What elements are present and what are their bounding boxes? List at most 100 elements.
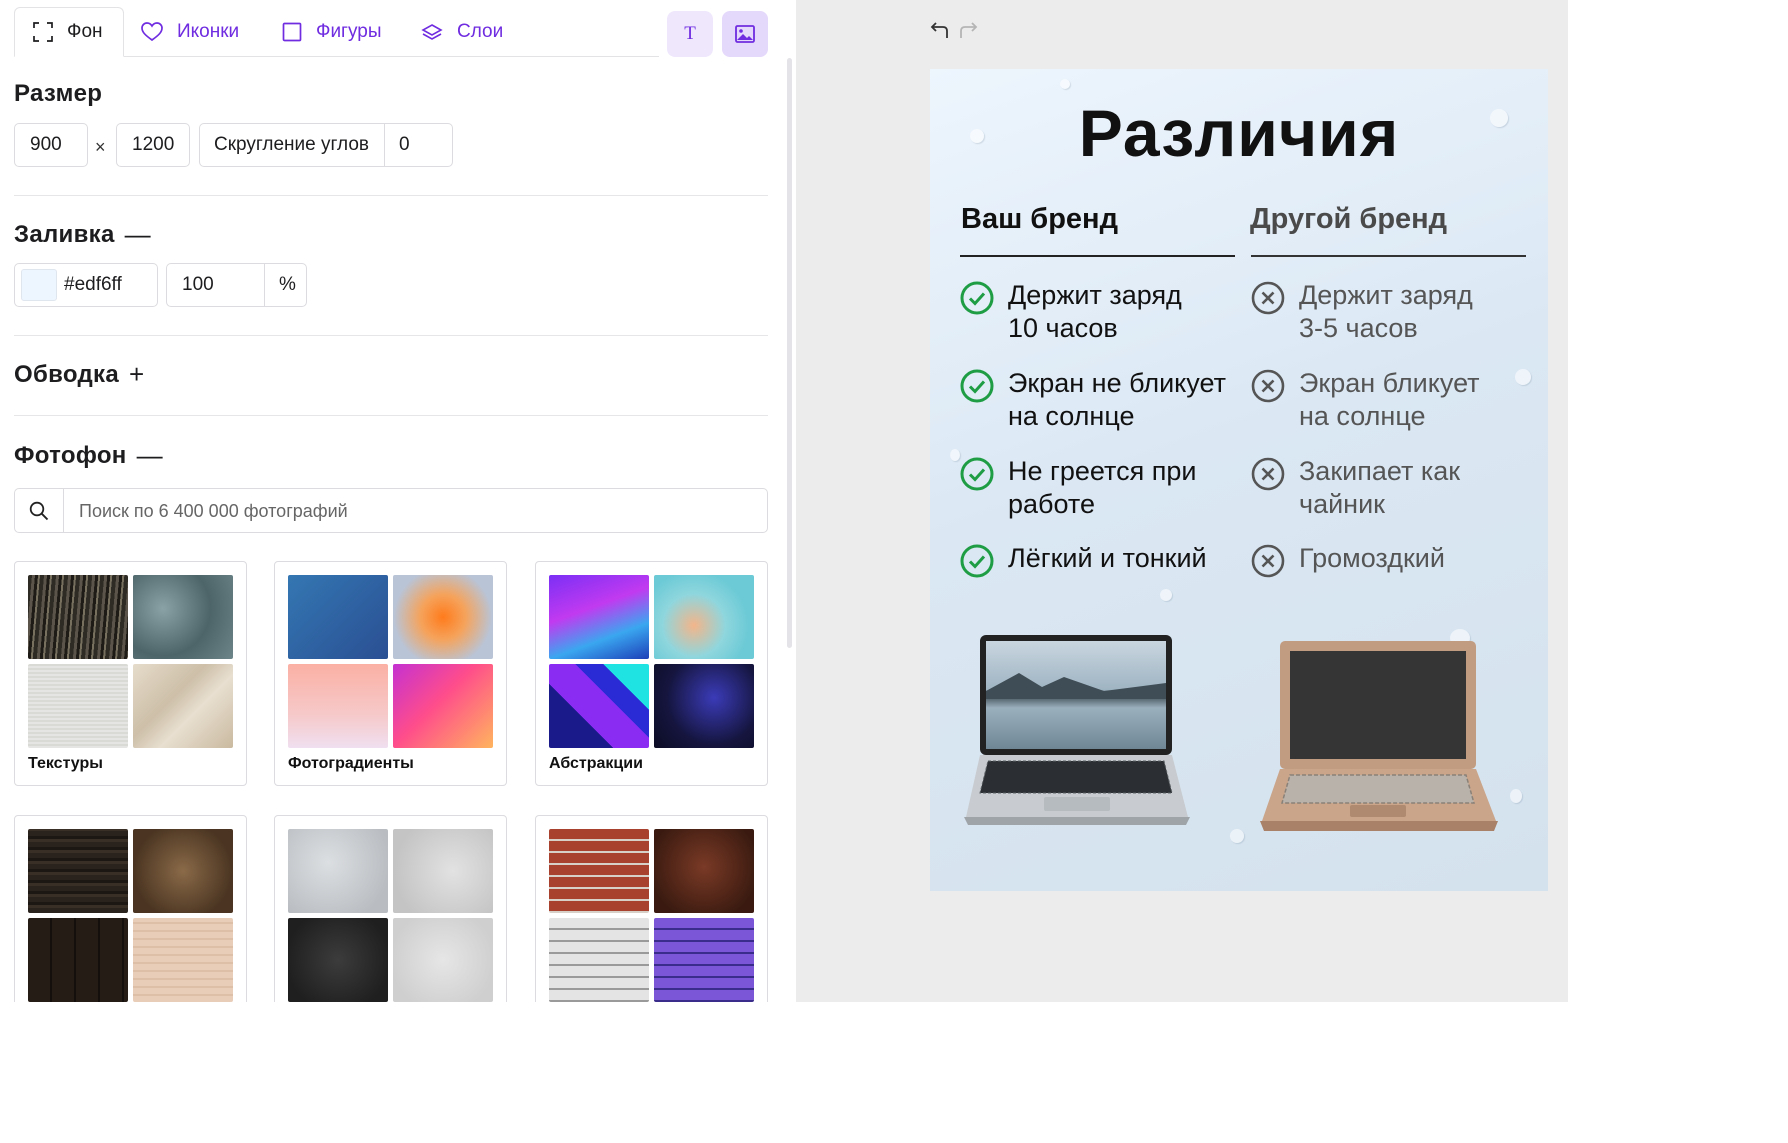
category-label: Абстракции <box>549 755 643 772</box>
tab-layers[interactable]: Слои <box>421 7 503 57</box>
water-drop <box>1515 369 1531 385</box>
laptop-modern-image <box>964 635 1190 825</box>
thumbnail <box>654 575 754 659</box>
right-item: Держит заряд 3-5 часов <box>1251 279 1473 345</box>
search-button[interactable] <box>15 489 64 532</box>
water-drop <box>1060 79 1070 89</box>
width-input[interactable]: 900 <box>14 123 88 167</box>
category-card-gradients[interactable]: Фотоградиенты <box>274 561 507 786</box>
opacity-value: 100 <box>182 274 214 295</box>
collapse-photobg-button[interactable]: — <box>137 440 163 471</box>
left-item: Не греется при работе <box>960 455 1196 521</box>
photobg-section-title: Фотофон — <box>14 440 163 471</box>
water-drop <box>950 449 960 461</box>
text-icon: T <box>684 23 696 44</box>
properties-panel: Фон Иконки Фигуры Слои T Размер 900 × 12… <box>0 0 796 1002</box>
check-icon <box>960 369 994 403</box>
tab-icons[interactable]: Иконки <box>141 7 239 57</box>
fill-color-hex: #edf6ff <box>64 274 122 295</box>
category-card-concrete[interactable] <box>274 815 507 1002</box>
thumbnail <box>28 664 128 748</box>
cross-icon <box>1251 544 1285 578</box>
check-icon <box>960 544 994 578</box>
fill-section-title: Заливка — <box>14 219 151 250</box>
water-drop <box>1160 589 1172 601</box>
add-stroke-button[interactable]: + <box>129 359 144 390</box>
left-item: Лёгкий и тонкий <box>960 542 1207 578</box>
search-icon <box>29 501 49 520</box>
thumbnail <box>28 918 128 1002</box>
right-item: Громоздкий <box>1251 542 1445 578</box>
thumbnail <box>28 829 128 913</box>
redo-button[interactable] <box>958 20 978 45</box>
thumbnail <box>28 575 128 659</box>
cross-icon <box>1251 457 1285 491</box>
divider <box>14 195 768 196</box>
stroke-section-title: Обводка + <box>14 359 145 390</box>
tab-background[interactable]: Фон <box>14 7 124 57</box>
tab-shapes[interactable]: Фигуры <box>282 7 382 57</box>
left-item: Держит заряд 10 часов <box>960 279 1182 345</box>
thumbnail <box>654 918 754 1002</box>
add-text-button[interactable]: T <box>667 11 713 57</box>
times-sign: × <box>95 137 106 157</box>
water-drop <box>1230 829 1244 843</box>
frame-icon <box>33 22 53 42</box>
thumbnail <box>393 829 493 913</box>
color-swatch[interactable] <box>21 269 57 301</box>
thumbnail <box>393 664 493 748</box>
water-drop <box>1510 789 1522 803</box>
thumbnail <box>549 829 649 913</box>
poster-title: Различия <box>1078 96 1400 170</box>
undo-button[interactable] <box>930 20 950 45</box>
cross-icon <box>1251 369 1285 403</box>
thumbnail <box>133 829 233 913</box>
category-card-wood[interactable] <box>14 815 247 1002</box>
heart-icon <box>141 22 163 42</box>
laptop-old-image <box>1260 641 1498 831</box>
layers-icon <box>421 24 443 40</box>
cross-icon <box>1251 281 1285 315</box>
left-column-heading: Ваш бренд <box>961 203 1118 235</box>
fill-color-field[interactable]: #edf6ff <box>14 263 158 307</box>
square-icon <box>282 22 302 42</box>
thumbnail <box>654 829 754 913</box>
check-icon <box>960 457 994 491</box>
size-section-title: Размер <box>14 80 103 107</box>
divider <box>14 335 768 336</box>
undo-icon <box>930 22 948 38</box>
category-label: Фотоградиенты <box>288 755 414 772</box>
photo-search <box>14 488 768 534</box>
right-item: Экран бликует на солнце <box>1251 367 1480 433</box>
thumbnail <box>288 575 388 659</box>
category-card-textures[interactable]: Текстуры <box>14 561 247 786</box>
corner-radius-field[interactable]: Скругление углов 0 <box>199 123 453 167</box>
check-icon <box>960 281 994 315</box>
divider <box>14 415 768 416</box>
thumbnail <box>133 664 233 748</box>
corner-radius-label: Скругление углов <box>214 134 369 155</box>
tab-label: Слои <box>457 21 504 42</box>
add-image-button[interactable] <box>722 11 768 57</box>
canvas-area: Различия Ваш бренд Другой бренд Держит з… <box>796 0 1568 1002</box>
thumbnail <box>654 664 754 748</box>
thumbnail <box>549 575 649 659</box>
image-icon <box>735 25 755 43</box>
category-label: Текстуры <box>28 755 103 772</box>
category-card-bricks[interactable] <box>535 815 768 1002</box>
category-card-abstractions[interactable]: Абстракции <box>535 561 768 786</box>
search-input[interactable] <box>77 489 761 534</box>
collapse-fill-button[interactable]: — <box>125 219 151 250</box>
height-input[interactable]: 1200 <box>116 123 190 167</box>
tab-label: Фон <box>67 21 103 42</box>
fill-opacity-field[interactable]: 100 % <box>166 263 307 307</box>
opacity-unit: % <box>279 274 296 295</box>
poster-canvas[interactable]: Различия Ваш бренд Другой бренд Держит з… <box>930 69 1548 891</box>
panel-scrollbar[interactable] <box>787 58 792 648</box>
tab-label: Фигуры <box>316 21 382 42</box>
thumbnail <box>549 664 649 748</box>
thumbnail <box>288 918 388 1002</box>
redo-icon <box>960 22 978 38</box>
right-heading-underline <box>1251 255 1526 257</box>
right-item: Закипает как чайник <box>1251 455 1460 521</box>
